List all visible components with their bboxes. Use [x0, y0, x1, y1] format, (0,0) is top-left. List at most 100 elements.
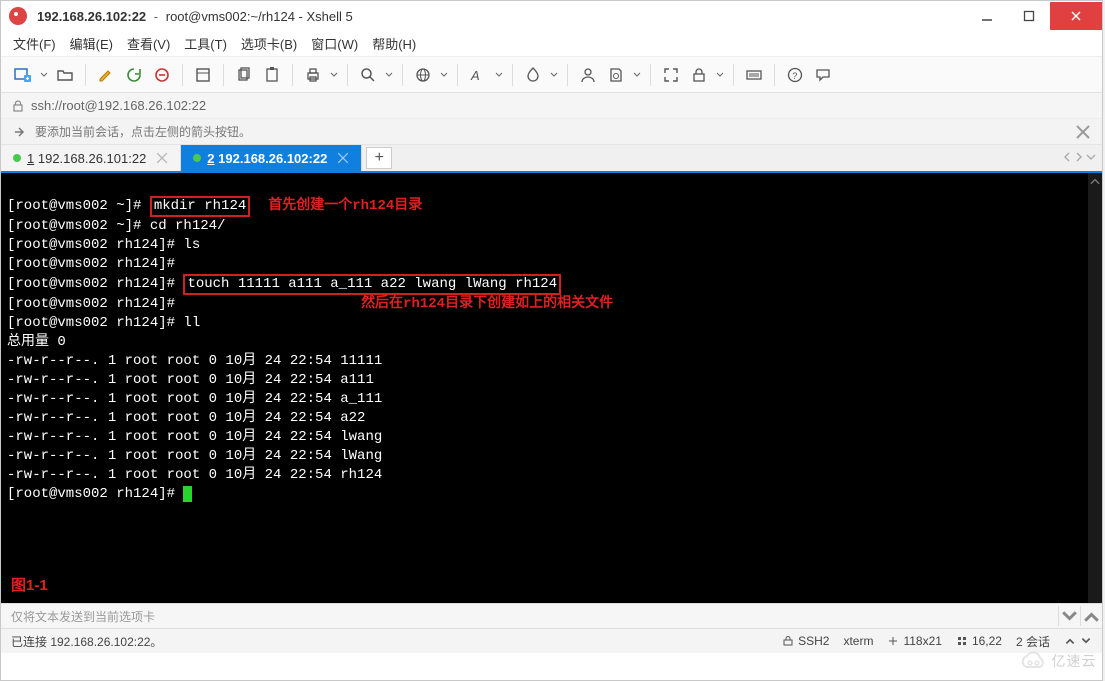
dropdown-icon[interactable]: [439, 71, 449, 79]
session-tab-1[interactable]: 1 192.168.26.101:22: [1, 145, 181, 171]
fullscreen-icon[interactable]: [659, 63, 683, 87]
terminal-line: [root@vms002 rh124]#: [7, 296, 175, 312]
tab-menu-icon[interactable]: [1086, 151, 1096, 165]
tab-scroll-right-icon[interactable]: [1074, 151, 1084, 165]
terminal-line: [root@vms002 ~]# cd rh124/: [7, 218, 225, 234]
paste-icon[interactable]: [260, 63, 284, 87]
terminal-cursor: [183, 486, 192, 502]
dropdown-icon[interactable]: [632, 71, 642, 79]
dropdown-icon[interactable]: [549, 71, 559, 79]
menu-tools[interactable]: 工具(T): [184, 34, 227, 53]
status-bar: 已连接 192.168.26.102:22。 SSH2 xterm 118x21…: [1, 629, 1102, 653]
disconnect-icon[interactable]: [150, 63, 174, 87]
status-dot-icon: [13, 154, 21, 162]
dropdown-icon[interactable]: [715, 71, 725, 79]
hint-bar: 要添加当前会话，点击左侧的箭头按钮。: [1, 119, 1102, 145]
maximize-button[interactable]: [1008, 2, 1050, 30]
terminal-pane[interactable]: [root@vms002 ~]# mkdir rh124首先创建一个rh124目…: [1, 173, 1102, 603]
hint-text: 要添加当前会话，点击左侧的箭头按钮。: [35, 123, 251, 140]
terminal-line: [root@vms002 ~]#: [7, 198, 150, 214]
tab-close-icon[interactable]: [337, 152, 349, 164]
hint-close-icon[interactable]: [1074, 123, 1092, 141]
terminal-scrollbar[interactable]: [1088, 173, 1102, 603]
properties-icon[interactable]: [191, 63, 215, 87]
scroll-up-icon[interactable]: [1088, 173, 1102, 189]
terminal-line: [root@vms002 rh124]#: [7, 276, 183, 292]
tab-scroll-controls: [1062, 145, 1102, 171]
new-tab-button[interactable]: +: [366, 147, 392, 169]
add-session-arrow-icon[interactable]: [11, 124, 27, 140]
chat-icon[interactable]: [811, 63, 835, 87]
script-icon[interactable]: [604, 63, 628, 87]
keyboard-icon[interactable]: [742, 63, 766, 87]
size-icon: [887, 635, 899, 647]
menu-window[interactable]: 窗口(W): [311, 34, 358, 53]
broadcast-input-bar: 仅将文本发送到当前选项卡: [1, 603, 1102, 629]
status-protocol: SSH2: [782, 634, 829, 648]
title-address: 192.168.26.102:22: [37, 9, 146, 24]
terminal-line: -rw-r--r--. 1 root root 0 10月 24 22:54 a…: [7, 410, 365, 426]
svg-text:A: A: [470, 68, 480, 83]
help-icon[interactable]: ?: [783, 63, 807, 87]
address-text[interactable]: ssh://root@192.168.26.102:22: [31, 98, 206, 113]
status-dot-icon: [193, 154, 201, 162]
annotation-label: 然后在rh124目录下创建如上的相关文件: [361, 296, 613, 312]
font-icon[interactable]: A: [466, 63, 490, 87]
status-nav: [1064, 635, 1092, 647]
tab-scroll-left-icon[interactable]: [1062, 151, 1072, 165]
window-controls: [966, 2, 1102, 30]
terminal-line: -rw-r--r--. 1 root root 0 10月 24 22:54 r…: [7, 467, 382, 483]
status-up-icon[interactable]: [1064, 635, 1076, 647]
status-cursor: 16,22: [956, 634, 1002, 648]
broadcast-dropdown-icon[interactable]: [1058, 606, 1080, 626]
svg-text:?: ?: [792, 71, 797, 81]
tab-label: 192.168.26.102:22: [218, 151, 327, 166]
edit-icon[interactable]: [94, 63, 118, 87]
reconnect-icon[interactable]: [122, 63, 146, 87]
lock-icon[interactable]: [687, 63, 711, 87]
copy-icon[interactable]: [232, 63, 256, 87]
dropdown-icon[interactable]: [39, 71, 49, 79]
terminal-line: [root@vms002 rh124]#: [7, 256, 175, 272]
title-session: root@vms002:~/rh124 - Xshell 5: [166, 9, 353, 24]
print-icon[interactable]: [301, 63, 325, 87]
terminal-line: -rw-r--r--. 1 root root 0 10月 24 22:54 1…: [7, 353, 382, 369]
minimize-button[interactable]: [966, 2, 1008, 30]
tab-index: 1: [27, 151, 34, 166]
session-tab-bar: 1 192.168.26.101:22 2 192.168.26.102:22 …: [1, 145, 1102, 173]
globe-icon[interactable]: [411, 63, 435, 87]
search-icon[interactable]: [356, 63, 380, 87]
dropdown-icon[interactable]: [494, 71, 504, 79]
dropdown-icon[interactable]: [329, 71, 339, 79]
status-down-icon[interactable]: [1080, 635, 1092, 647]
terminal-line: [root@vms002 rh124]#: [7, 486, 183, 502]
terminal-line: -rw-r--r--. 1 root root 0 10月 24 22:54 l…: [7, 448, 382, 464]
dropdown-icon[interactable]: [384, 71, 394, 79]
close-button[interactable]: [1050, 2, 1102, 30]
open-icon[interactable]: [53, 63, 77, 87]
terminal-line: [root@vms002 rh124]# ls: [7, 237, 200, 253]
cursor-pos-icon: [956, 635, 968, 647]
tab-index: 2: [207, 151, 214, 166]
broadcast-up-icon[interactable]: [1080, 606, 1102, 626]
menu-help[interactable]: 帮助(H): [372, 34, 416, 53]
menu-option[interactable]: 选项卡(B): [241, 34, 297, 53]
toolbar: A ?: [1, 57, 1102, 93]
menu-view[interactable]: 查看(V): [127, 34, 170, 53]
ssh-icon: [782, 635, 794, 647]
app-icon: [9, 7, 27, 25]
broadcast-input[interactable]: 仅将文本发送到当前选项卡: [1, 608, 1058, 625]
menu-edit[interactable]: 编辑(E): [70, 34, 113, 53]
terminal-line: -rw-r--r--. 1 root root 0 10月 24 22:54 a…: [7, 372, 374, 388]
session-tab-2[interactable]: 2 192.168.26.102:22: [181, 145, 362, 171]
terminal-line: 总用量 0: [7, 334, 66, 350]
new-terminal-icon[interactable]: [11, 63, 35, 87]
address-bar: ssh://root@192.168.26.102:22: [1, 93, 1102, 119]
terminal-line: -rw-r--r--. 1 root root 0 10月 24 22:54 a…: [7, 391, 382, 407]
user-icon[interactable]: [576, 63, 600, 87]
color-icon[interactable]: [521, 63, 545, 87]
tab-close-icon[interactable]: [156, 152, 168, 164]
menu-file[interactable]: 文件(F): [13, 34, 56, 53]
title-bar: 192.168.26.102:22 - root@vms002:~/rh124 …: [1, 1, 1102, 31]
terminal-content[interactable]: [root@vms002 ~]# mkdir rh124首先创建一个rh124目…: [1, 173, 1102, 527]
